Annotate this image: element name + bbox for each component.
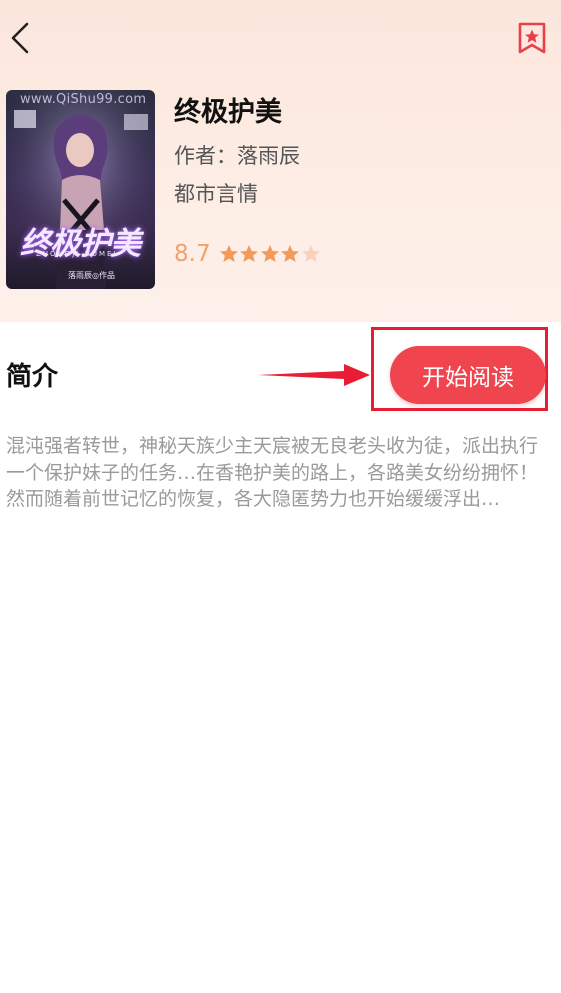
rating: 8.7 (174, 240, 321, 268)
cover-watermark: www.QiShu99.com (20, 92, 147, 107)
book-cover: www.QiShu99.com 终极护美 ZHONGJI HUMEI 落雨辰◎作… (6, 90, 155, 289)
book-title: 终极护美 (174, 97, 282, 128)
back-button[interactable] (6, 20, 36, 56)
start-reading-button[interactable]: 开始阅读 (390, 346, 546, 404)
star-icon (219, 245, 238, 262)
book-description: 混沌强者转世，神秘天族少主天宸被无良老头收为徒，派出执行一个保护妹子的任务…在香… (6, 435, 539, 510)
rating-stars (219, 244, 322, 264)
intro-label: 简介 (6, 362, 59, 392)
cover-subtitle-art: ZHONGJI HUMEI (36, 250, 118, 258)
book-author: 作者：落雨辰 (174, 144, 300, 168)
star-icon (281, 245, 300, 262)
star-icon (301, 245, 320, 262)
bookmark-button[interactable] (517, 22, 547, 54)
back-chevron-icon (11, 22, 29, 54)
star-icon (240, 245, 259, 262)
cover-author-art: 落雨辰◎作品 (68, 271, 115, 280)
book-detail-page: www.QiShu99.com 终极护美 ZHONGJI HUMEI 落雨辰◎作… (0, 0, 561, 993)
rating-score: 8.7 (174, 241, 211, 267)
bookmark-star-icon (518, 22, 546, 54)
annotation-arrow-icon (258, 364, 370, 386)
book-category: 都市言情 (174, 182, 258, 206)
star-icon (260, 245, 279, 262)
